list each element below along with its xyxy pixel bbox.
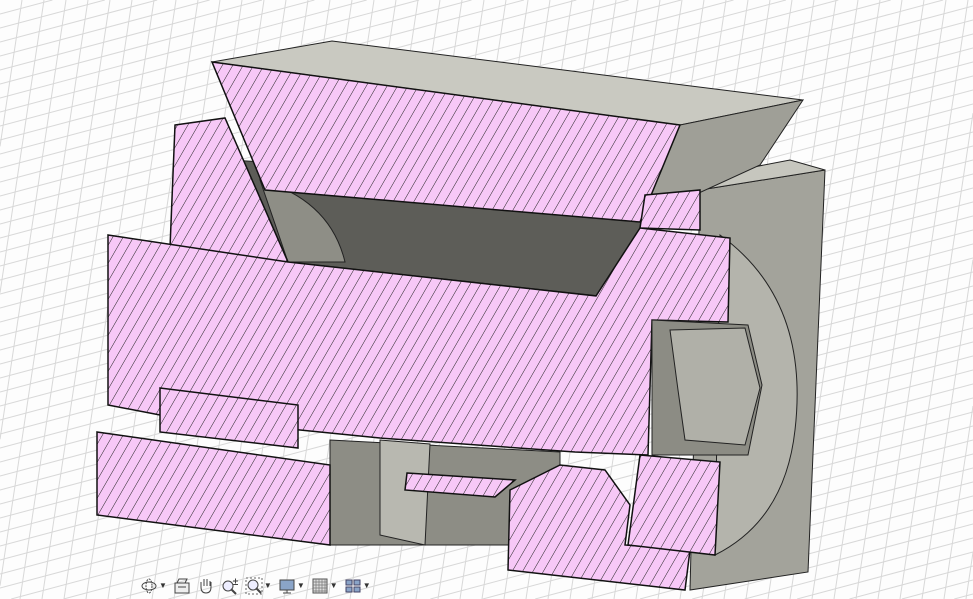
grid-line xyxy=(0,0,23,147)
orbit-button[interactable]: ▼ xyxy=(140,577,167,595)
navigation-toolbar: ▼ ▼ ▼ ▼ ▼ xyxy=(140,574,371,598)
grid-line xyxy=(0,0,53,15)
viewports-button[interactable]: ▼ xyxy=(344,577,371,595)
grid-line xyxy=(0,0,263,71)
fit-button[interactable]: ▼ xyxy=(245,577,272,595)
viewports-icon xyxy=(345,579,361,593)
chevron-down-icon[interactable]: ▼ xyxy=(363,582,371,590)
grid-line xyxy=(954,593,973,599)
section-right-lower xyxy=(627,454,721,556)
grid-line xyxy=(901,579,973,599)
grid-line xyxy=(0,0,210,57)
zoom-button[interactable] xyxy=(221,577,239,595)
grid-line xyxy=(849,565,973,599)
grid-line xyxy=(833,0,925,599)
pan-button[interactable] xyxy=(197,577,215,595)
look-at-icon xyxy=(174,578,190,594)
pan-hand-icon xyxy=(200,579,212,594)
model-scene[interactable] xyxy=(0,0,973,599)
canvas-viewport[interactable]: ▼ ▼ ▼ ▼ ▼ xyxy=(0,0,973,599)
lower-cavity-floor xyxy=(379,439,431,546)
orbit-icon xyxy=(141,578,157,594)
grid-line xyxy=(0,0,45,293)
grid-icon xyxy=(312,578,328,594)
section-right-upper xyxy=(639,189,701,231)
grid-line xyxy=(965,552,973,599)
grid-line xyxy=(0,0,158,43)
look-at-button[interactable] xyxy=(173,577,191,595)
grid-line xyxy=(899,113,973,599)
hex-pocket-face xyxy=(669,327,761,446)
grid-line xyxy=(0,0,67,440)
chevron-down-icon[interactable]: ▼ xyxy=(330,582,338,590)
fit-window-icon xyxy=(245,577,263,595)
zoom-icon xyxy=(222,578,238,595)
grid-line xyxy=(811,0,903,599)
grid-line xyxy=(796,551,973,599)
chevron-down-icon[interactable]: ▼ xyxy=(264,582,272,590)
grid-line xyxy=(921,259,973,599)
section-bottom-left xyxy=(96,431,331,546)
grid-line xyxy=(0,0,105,29)
grid-settings-button[interactable]: ▼ xyxy=(311,577,338,595)
display-settings-button[interactable]: ▼ xyxy=(278,577,305,595)
chevron-down-icon[interactable]: ▼ xyxy=(297,582,305,590)
display-settings-icon xyxy=(279,579,295,594)
chevron-down-icon[interactable]: ▼ xyxy=(159,582,167,590)
